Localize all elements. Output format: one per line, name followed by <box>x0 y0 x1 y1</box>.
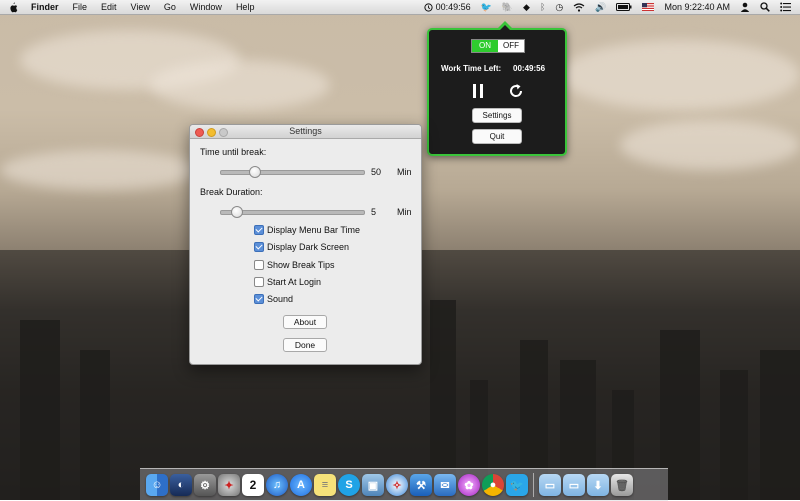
notes-icon[interactable]: ≡ <box>314 474 336 496</box>
time-machine-menu-icon[interactable]: ◷ <box>550 0 568 14</box>
break-timer-popover: ON OFF Work Time Left: 00:49:56 Settings… <box>427 21 567 156</box>
minimize-button[interactable] <box>207 128 216 137</box>
popover-arrow-inner <box>499 25 511 31</box>
checkbox-show-break-tips[interactable]: Show Break Tips <box>254 260 335 270</box>
finder-icon[interactable]: ☺ <box>146 474 168 496</box>
break-duration-slider-knob[interactable] <box>230 206 243 218</box>
trash-icon[interactable]: 🗑 <box>611 474 633 496</box>
battery-menu-icon[interactable] <box>611 3 637 11</box>
break-duration-value: 5 <box>371 207 377 217</box>
battery-icon <box>616 3 632 11</box>
settings-window-title: Settings <box>289 126 322 136</box>
dropbox-menu-icon[interactable]: ◆ <box>518 0 535 14</box>
menu-app-name[interactable]: Finder <box>24 0 66 14</box>
folder-icon[interactable]: ▭ <box>563 474 585 496</box>
work-time-left-label: Work Time Left: <box>441 64 502 73</box>
about-button[interactable]: About <box>283 315 327 329</box>
on-off-toggle[interactable]: ON OFF <box>471 39 525 53</box>
checkbox-box[interactable] <box>254 260 264 270</box>
time-until-break-slider-knob[interactable] <box>249 166 262 178</box>
notification-center-icon[interactable] <box>775 2 796 12</box>
checkbox-box[interactable] <box>254 242 264 252</box>
list-icon <box>780 2 791 12</box>
toggle-off[interactable]: OFF <box>498 40 524 52</box>
safari-icon[interactable]: ✧ <box>386 474 408 496</box>
checkbox-display-dark-screen[interactable]: Display Dark Screen <box>254 242 349 252</box>
zoom-button[interactable] <box>219 128 228 137</box>
checkbox-box[interactable] <box>254 294 264 304</box>
twitter-menu-icon[interactable]: 🐦 <box>476 0 497 14</box>
preview-icon[interactable]: ▣ <box>362 474 384 496</box>
mission-control-icon[interactable]: ⚙ <box>194 474 216 496</box>
settings-titlebar[interactable]: Settings <box>190 125 421 139</box>
time-until-break-slider-track[interactable] <box>220 170 365 175</box>
folder-icon[interactable]: ▭ <box>539 474 561 496</box>
time-until-break-unit: Min <box>397 167 412 177</box>
checkbox-label: Sound <box>267 294 294 304</box>
xcode-icon[interactable]: ⚒ <box>410 474 432 496</box>
menu-timer-text: 00:49:56 <box>435 2 471 12</box>
checkbox-start-at-login[interactable]: Start At Login <box>254 277 321 287</box>
checkbox-sound[interactable]: Sound <box>254 294 293 304</box>
menu-go[interactable]: Go <box>157 0 183 14</box>
calendar-icon[interactable]: 2 <box>242 474 264 496</box>
user-icon <box>740 2 750 12</box>
search-icon <box>760 2 770 12</box>
checkbox-box[interactable] <box>254 277 264 287</box>
input-source-flag-icon[interactable] <box>637 3 659 11</box>
skype-icon[interactable]: S <box>338 474 360 496</box>
menu-edit[interactable]: Edit <box>94 0 124 14</box>
reset-icon[interactable] <box>507 82 525 100</box>
apple-menu-icon[interactable] <box>8 2 18 13</box>
close-button[interactable] <box>195 128 204 137</box>
pause-icon[interactable] <box>469 82 487 100</box>
done-button[interactable]: Done <box>283 338 327 352</box>
itunes-icon[interactable]: ♫ <box>266 474 288 496</box>
volume-menu-icon[interactable]: 🔊 <box>590 0 611 14</box>
menu-file[interactable]: File <box>66 0 95 14</box>
menu-bar: Finder File Edit View Go Window Help 00:… <box>0 0 800 15</box>
flower-icon[interactable]: ✿ <box>458 474 480 496</box>
menu-window[interactable]: Window <box>183 0 229 14</box>
us-flag-icon <box>642 3 655 11</box>
time-until-break-label: Time until break: <box>200 147 267 157</box>
checkbox-label: Display Dark Screen <box>267 242 350 252</box>
app-store-icon[interactable]: A <box>290 474 312 496</box>
popover-settings-button[interactable]: Settings <box>472 108 522 123</box>
time-until-break-value: 50 <box>371 167 382 177</box>
wifi-icon <box>573 2 585 12</box>
checkbox-label: Show Break Tips <box>267 260 335 270</box>
dock: ☺ ◐ ⚙ ✦ 2 ♫ A ≡ S ▣ ✧ ⚒ ✉ ✿ ● 🐦 ▭ ▭ ⬇ 🗑 <box>140 468 668 501</box>
calendar-day: 2 <box>249 478 257 492</box>
popover-quit-button[interactable]: Quit <box>472 129 522 144</box>
wifi-menu-icon[interactable] <box>568 2 590 12</box>
break-timer-menu-item[interactable]: 00:49:56 <box>419 0 476 14</box>
dock-separator <box>533 473 534 497</box>
menu-clock[interactable]: Mon 9:22:40 AM <box>659 0 735 14</box>
work-time-left-value: 00:49:56 <box>513 64 546 73</box>
user-menu-icon[interactable] <box>735 2 755 12</box>
menu-help[interactable]: Help <box>229 0 262 14</box>
bluetooth-menu-icon[interactable]: ᛒ <box>535 0 550 14</box>
twitter-icon[interactable]: 🐦 <box>506 474 528 496</box>
mail-icon[interactable]: ✉ <box>434 474 456 496</box>
checkbox-display-menu-bar-time[interactable]: Display Menu Bar Time <box>254 225 360 235</box>
dashboard-icon[interactable]: ◐ <box>170 474 192 496</box>
menu-view[interactable]: View <box>124 0 157 14</box>
launchpad-icon[interactable]: ✦ <box>218 474 240 496</box>
checkbox-label: Display Menu Bar Time <box>267 225 361 235</box>
toggle-on[interactable]: ON <box>472 40 498 52</box>
chrome-icon[interactable]: ● <box>482 474 504 496</box>
checkbox-label: Start At Login <box>267 277 322 287</box>
checkbox-box[interactable] <box>254 225 264 235</box>
break-duration-label: Break Duration: <box>200 187 263 197</box>
evernote-menu-icon[interactable]: 🐘 <box>497 0 518 14</box>
spotlight-menu-icon[interactable] <box>755 2 775 12</box>
break-duration-unit: Min <box>397 207 412 217</box>
timer-icon <box>423 2 433 12</box>
settings-window: Settings Time until break: 50 Min Break … <box>189 124 422 365</box>
downloads-icon[interactable]: ⬇ <box>587 474 609 496</box>
